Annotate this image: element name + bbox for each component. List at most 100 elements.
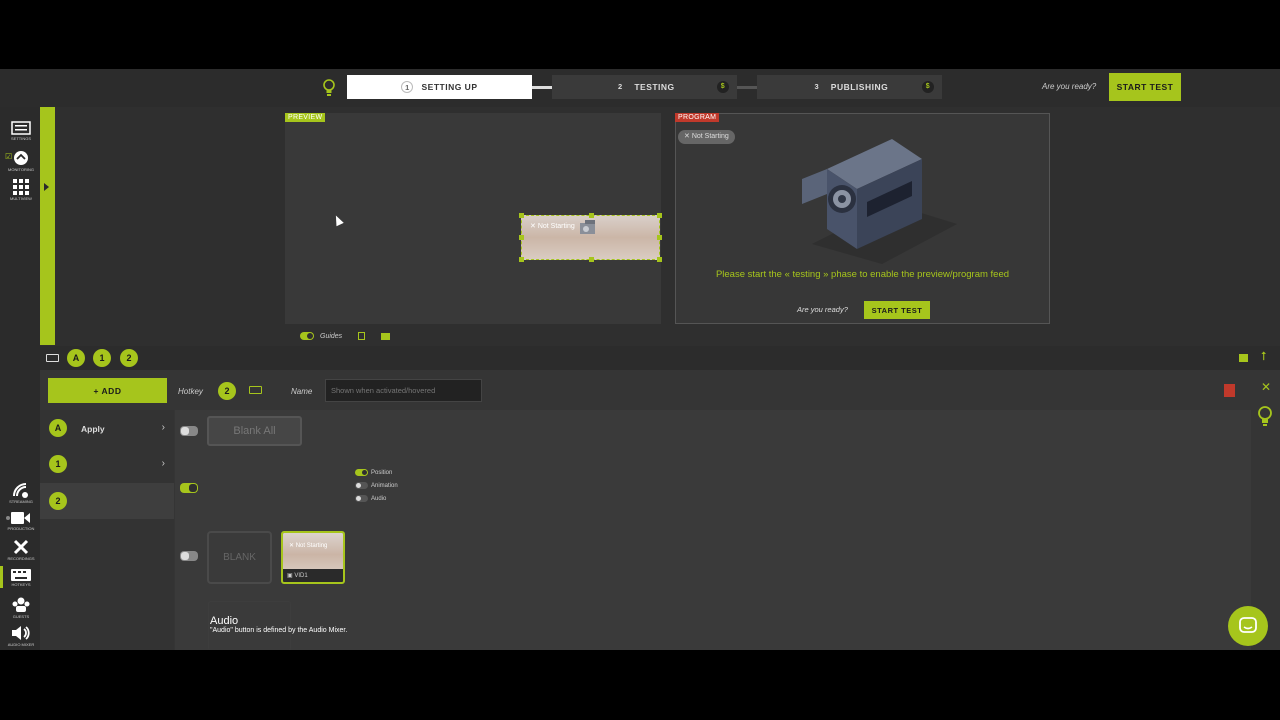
start-test-button[interactable]: START TEST xyxy=(1109,73,1181,101)
rail-streaming[interactable]: STREAMING xyxy=(4,482,38,504)
hotkey-list-item-2[interactable]: 2 xyxy=(40,483,174,519)
blank-all-button[interactable]: Blank All xyxy=(207,416,302,446)
chat-support-button[interactable] xyxy=(1228,606,1268,646)
audio-mixer-icon xyxy=(12,626,30,640)
step-label: PUBLISHING xyxy=(830,82,889,92)
resize-handle[interactable] xyxy=(519,235,524,240)
rail-multiview[interactable]: MULTIVIEW xyxy=(4,179,38,201)
program-canvas xyxy=(675,113,1050,324)
resize-handle[interactable] xyxy=(657,257,662,262)
hotkey-tab-a[interactable]: A xyxy=(67,349,85,367)
hotkey-name-input[interactable] xyxy=(325,379,482,402)
chat-icon xyxy=(1239,617,1257,633)
program-start-test-button[interactable]: START TEST xyxy=(864,301,930,319)
chevron-right-icon: › xyxy=(161,458,165,469)
layers-icon[interactable] xyxy=(381,332,391,340)
source-status-text: Not Starting xyxy=(537,223,575,230)
option-label: Animation xyxy=(371,482,398,489)
rail-production[interactable]: PRODUCTION xyxy=(4,511,38,531)
resize-handle[interactable] xyxy=(657,235,662,240)
top-bar: 1 SETTING UP 2 TESTING $ 3 PUBLISHING $ … xyxy=(0,69,1280,107)
resize-handle[interactable] xyxy=(657,213,662,218)
blank-card[interactable]: BLANK xyxy=(207,531,272,584)
rail-label: RECORDINGS xyxy=(7,556,35,561)
program-status-text: Not Starting xyxy=(691,133,729,140)
guides-toggle[interactable] xyxy=(300,332,314,340)
rail-label: HOTKEYS xyxy=(11,582,31,587)
hotkey-list-item-1[interactable]: 1 › xyxy=(40,446,174,482)
option-position[interactable]: Position xyxy=(355,469,392,476)
rail-label: STREAMING xyxy=(9,499,33,504)
hotkeys-tab-bar: A 1 2 ⭡ xyxy=(40,346,1280,370)
close-icon[interactable]: ✕ xyxy=(1261,380,1271,394)
hotkey-key-badge: 1 xyxy=(49,455,67,473)
audio-title: Audio xyxy=(210,615,239,627)
rail-label: SETTINGS xyxy=(10,136,31,141)
option-label: Position xyxy=(371,469,393,476)
trash-icon[interactable] xyxy=(1224,384,1235,397)
step-setting-up[interactable]: 1 SETTING UP xyxy=(347,75,532,99)
resize-handle[interactable] xyxy=(589,257,594,262)
popout-icon[interactable] xyxy=(1239,354,1248,362)
mobile-icon[interactable] xyxy=(358,332,366,340)
ready-prompt: Are you ready? xyxy=(1042,82,1097,91)
option-animation[interactable]: Animation xyxy=(355,482,398,489)
hotkey-title: Apply xyxy=(81,424,105,434)
blank-all-toggle[interactable] xyxy=(180,426,198,436)
hotkey-value[interactable]: 2 xyxy=(218,382,236,400)
keyboard-icon xyxy=(46,354,59,362)
audio-row-toggle[interactable] xyxy=(180,551,198,561)
hotkey-key-badge: 2 xyxy=(49,492,67,510)
video-thumbnail: ✕ Not Starting xyxy=(283,533,343,569)
step-publishing[interactable]: 3 PUBLISHING $ xyxy=(757,75,942,99)
rail-recordings[interactable]: RECORDINGS xyxy=(4,539,38,561)
hotkey-tab-2[interactable]: 2 xyxy=(120,349,138,367)
step-testing[interactable]: 2 TESTING $ xyxy=(552,75,737,99)
rail-hotkeys[interactable]: HOTKEYS xyxy=(4,569,38,587)
preview-tag: PREVIEW xyxy=(285,113,326,122)
active-indicator xyxy=(0,566,3,588)
audio-description: "Audio" button is defined by the Audio M… xyxy=(210,627,348,634)
preview-collapse-strip[interactable] xyxy=(40,107,55,345)
expand-arrow-icon[interactable] xyxy=(44,183,49,191)
lightbulb-icon[interactable] xyxy=(322,79,336,97)
rail-audio-mixer[interactable]: AUDIO MIXER xyxy=(4,625,38,647)
video-row-toggle[interactable] xyxy=(180,483,198,493)
hotkey-label: Hotkey xyxy=(178,387,203,396)
name-label: Name xyxy=(291,387,313,396)
rail-label: MULTIVIEW xyxy=(10,196,32,201)
paid-badge: $ xyxy=(717,81,729,93)
resize-handle[interactable] xyxy=(589,213,594,218)
step-label: SETTING UP xyxy=(421,82,478,92)
add-hotkey-button[interactable]: + ADD xyxy=(48,378,167,403)
settings-icon xyxy=(11,121,31,135)
video-source-card[interactable]: ✕ Not Starting ▣ VID1 xyxy=(281,531,345,584)
rail-settings[interactable]: SETTINGS xyxy=(4,121,38,141)
hotkeys-icon xyxy=(11,569,31,581)
video-card-label-text: VID1 xyxy=(294,573,308,579)
hotkey-list-item-a[interactable]: A Apply › xyxy=(40,410,174,446)
collapse-up-icon[interactable]: ⭡ xyxy=(1261,349,1267,364)
streaming-icon xyxy=(13,483,28,498)
ready-prompt: Are you ready? xyxy=(797,305,848,314)
animation-toggle[interactable] xyxy=(355,482,368,489)
step-number: 1 xyxy=(401,81,414,93)
resize-handle[interactable] xyxy=(519,257,524,262)
position-toggle[interactable] xyxy=(355,469,368,476)
video-card-label: ▣ VID1 xyxy=(287,573,308,579)
rail-label: MONITORING xyxy=(8,167,34,172)
rail-monitoring[interactable]: MONITORING xyxy=(4,150,38,172)
program-message: Please start the « testing » phase to en… xyxy=(715,269,1010,280)
lightbulb-icon[interactable] xyxy=(1257,406,1273,428)
step-number: 3 xyxy=(814,82,820,91)
rail-label: AUDIO MIXER xyxy=(7,642,35,647)
multiview-icon xyxy=(13,179,29,195)
recording-icon xyxy=(13,539,29,555)
option-audio[interactable]: Audio xyxy=(355,495,386,502)
hotkey-tab-1[interactable]: 1 xyxy=(93,349,111,367)
program-status-badge: ✕ Not Starting xyxy=(678,130,735,144)
keyboard-assign-icon[interactable] xyxy=(249,386,262,394)
resize-handle[interactable] xyxy=(519,213,524,218)
audio-toggle[interactable] xyxy=(355,495,368,502)
rail-guests[interactable]: GUESTS xyxy=(4,597,38,619)
